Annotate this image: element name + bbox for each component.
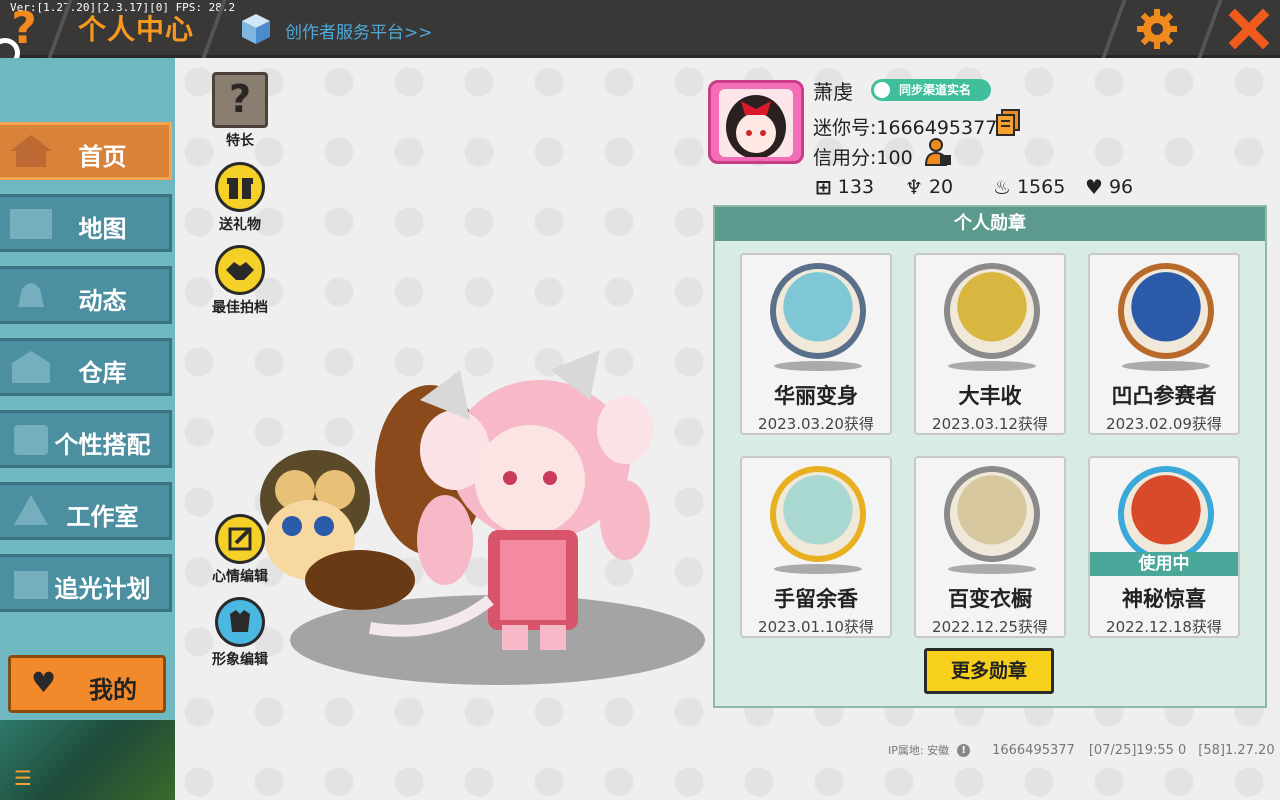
action-label: 最佳拍档: [212, 300, 268, 316]
best-partner-button[interactable]: 最佳拍档: [200, 245, 280, 317]
medal-date: 2023.02.09获得: [1106, 415, 1222, 433]
medal-name: 神秘惊喜: [1122, 587, 1206, 611]
sidebar-item-light-plan[interactable]: 追光计划: [0, 554, 172, 612]
mine-button[interactable]: ♥ 我的: [8, 655, 166, 713]
sidebar-item-feed[interactable]: 动态: [0, 266, 172, 324]
medal-emblem-icon: [770, 466, 866, 562]
action-label: 送礼物: [219, 217, 261, 233]
medal-card[interactable]: 使用中神秘惊喜 2022.12.18获得: [1088, 456, 1240, 638]
page-title: 个人中心: [78, 13, 195, 46]
gear-icon[interactable]: [1134, 6, 1180, 52]
medal-card[interactable]: 凹凸参赛者 2023.02.09获得: [1088, 253, 1240, 435]
top-bar: Ver:[1.27.20][2.3.17][0] FPS: 28.2 ? 个人中…: [0, 0, 1280, 68]
footer-uid: 1666495377: [992, 742, 1075, 758]
badge-label: 同步渠道实名: [899, 83, 972, 97]
medal-base: [774, 564, 862, 574]
avatar[interactable]: [708, 80, 804, 164]
sidebar-item-label: 首页: [78, 143, 127, 171]
medal-date: 2022.12.18获得: [1106, 618, 1222, 636]
sync-realname-badge[interactable]: 同步渠道实名: [871, 79, 991, 101]
medal-date: 2023.03.12获得: [932, 415, 1048, 433]
ip-location: IP属地: 安徽: [888, 744, 950, 757]
medal-name: 大丰收: [958, 384, 1022, 408]
medal-emblem-icon: [770, 263, 866, 359]
medal-base: [948, 361, 1036, 371]
sidebar-item-label: 动态: [78, 287, 127, 315]
medal-date: 2022.12.25获得: [932, 618, 1048, 636]
sidebar-banner[interactable]: ☰: [0, 720, 175, 800]
question-box-icon: ?: [212, 72, 268, 128]
medal-base: [948, 564, 1036, 574]
send-gift-button[interactable]: 送礼物: [200, 162, 280, 234]
medal-name: 百变衣橱: [948, 587, 1032, 611]
medal-date: 2023.01.10获得: [758, 618, 874, 636]
sidebar-item-label: 地图: [78, 215, 127, 243]
fire-icon: ♨: [993, 175, 1011, 199]
action-label: 特长: [226, 133, 254, 149]
stat-value: 96: [1108, 176, 1134, 198]
divider: [1101, 0, 1127, 58]
medal-card[interactable]: 大丰收 2023.03.12获得: [914, 253, 1066, 435]
footer-time: [07/25]19:55 0: [1088, 742, 1187, 758]
sidebar-item-map[interactable]: 地图: [0, 194, 172, 252]
medal-card[interactable]: 手留余香 2023.01.10获得: [740, 456, 892, 638]
mini-id: 迷你号:1666495377: [813, 117, 998, 139]
character-model[interactable]: [240, 340, 680, 670]
creator-platform-link[interactable]: 创作者服务平台>>: [285, 18, 433, 43]
stat-fans: ♆ 20: [905, 175, 953, 199]
sidebar-item-home[interactable]: 首页: [0, 122, 172, 180]
stat-plus: ⊞ 133: [815, 175, 874, 199]
sidebar-item-label: 个性搭配: [54, 431, 151, 459]
cheering-person-icon: ♆: [905, 175, 923, 199]
stat-likes: ♥ 96: [1085, 175, 1133, 199]
medal-name: 手留余香: [774, 587, 858, 611]
heart-icon: ♥: [31, 666, 57, 699]
credit-person-icon[interactable]: [924, 137, 952, 167]
stat-popularity: ♨ 1565: [993, 175, 1065, 199]
gift-icon: [215, 162, 265, 212]
sidebar-item-label: 追光计划: [54, 575, 151, 603]
sidebar-item-warehouse[interactable]: 仓库: [0, 338, 172, 396]
in-use-tag: 使用中: [1090, 552, 1238, 576]
footer-info: IP属地: 安徽 ! 1666495377 [07/25]19:55 0 [58…: [888, 742, 1275, 758]
medal-name: 华丽变身: [774, 384, 858, 408]
credit-score: 信用分:100: [813, 147, 913, 169]
mine-label: 我的: [89, 676, 137, 704]
divider: [1197, 0, 1223, 58]
avatar-portrait: [719, 89, 793, 157]
medal-base: [1122, 361, 1210, 371]
medal-card[interactable]: 百变衣橱 2022.12.25获得: [914, 456, 1066, 638]
sidebar-item-label: 仓库: [78, 359, 127, 387]
footer-build: [58]1.27.20: [1198, 742, 1275, 758]
stat-value: 1565: [1016, 176, 1066, 198]
info-icon[interactable]: !: [957, 743, 971, 757]
stat-value: 133: [837, 176, 875, 198]
medal-name: 凹凸参赛者: [1111, 384, 1217, 408]
copy-icon[interactable]: [995, 108, 1021, 136]
medal-emblem-icon: [944, 263, 1040, 359]
stat-value: 20: [928, 176, 954, 198]
rss-icon[interactable]: ☰: [14, 766, 32, 790]
handshake-icon: [215, 245, 265, 295]
close-x-icon[interactable]: [1226, 6, 1272, 52]
medal-emblem-icon: [944, 466, 1040, 562]
medal-panel-title: 个人勋章: [715, 207, 1265, 241]
sidebar-item-label: 工作室: [66, 503, 139, 531]
medal-emblem-icon: [1118, 263, 1214, 359]
more-medals-button[interactable]: 更多勋章: [924, 648, 1054, 694]
sidebar-item-outfit[interactable]: 个性搭配: [0, 410, 172, 468]
medal-base: [774, 361, 862, 371]
talent-button[interactable]: ? 特长: [200, 72, 280, 150]
person-icon: [874, 82, 890, 98]
medal-date: 2023.03.20获得: [758, 415, 874, 433]
hearts-icon: ♥: [1085, 175, 1103, 199]
medal-emblem-icon: [1118, 466, 1214, 562]
medal-card[interactable]: 华丽变身 2023.03.20获得: [740, 253, 892, 435]
plus-square-icon: ⊞: [815, 175, 832, 199]
cube-icon: [242, 14, 270, 44]
sidebar-item-studio[interactable]: 工作室: [0, 482, 172, 540]
nickname: 萧虔: [813, 80, 853, 104]
